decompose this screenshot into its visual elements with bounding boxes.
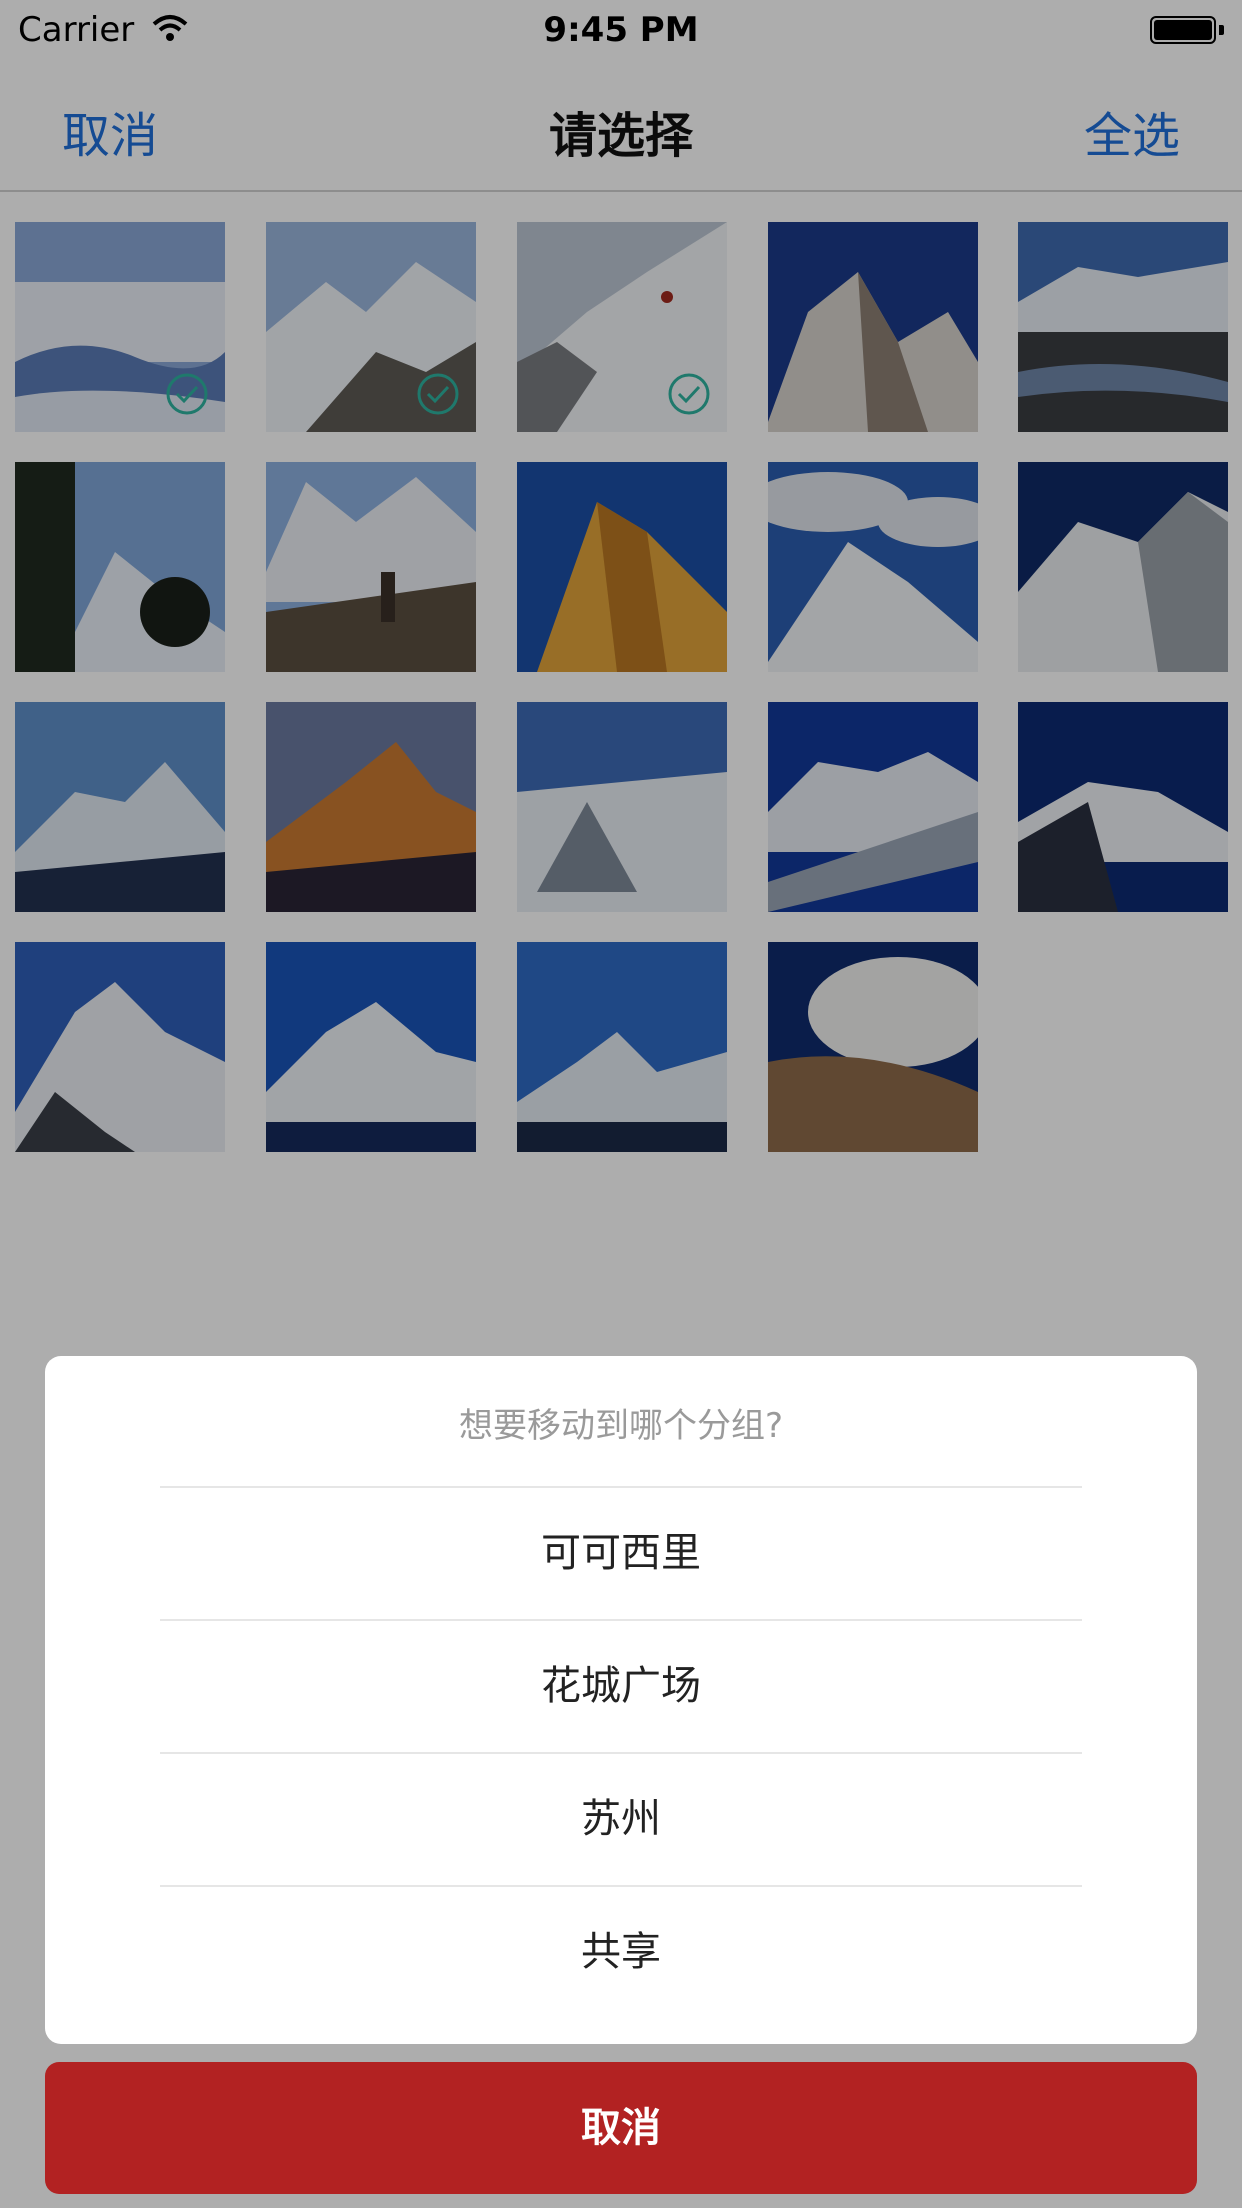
group-option-huacheng-square[interactable]: 花城广场 [45, 1621, 1197, 1752]
group-option-shared[interactable]: 共享 [45, 1887, 1197, 2018]
action-sheet: 想要移动到哪个分组? 可可西里 花城广场 苏州 共享 [45, 1356, 1197, 2044]
action-sheet-prompt: 想要移动到哪个分组? [458, 1406, 784, 1446]
group-option-suzhou[interactable]: 苏州 [45, 1754, 1197, 1885]
group-option-kekexili[interactable]: 可可西里 [45, 1488, 1197, 1619]
cancel-button[interactable]: 取消 [45, 2062, 1197, 2194]
